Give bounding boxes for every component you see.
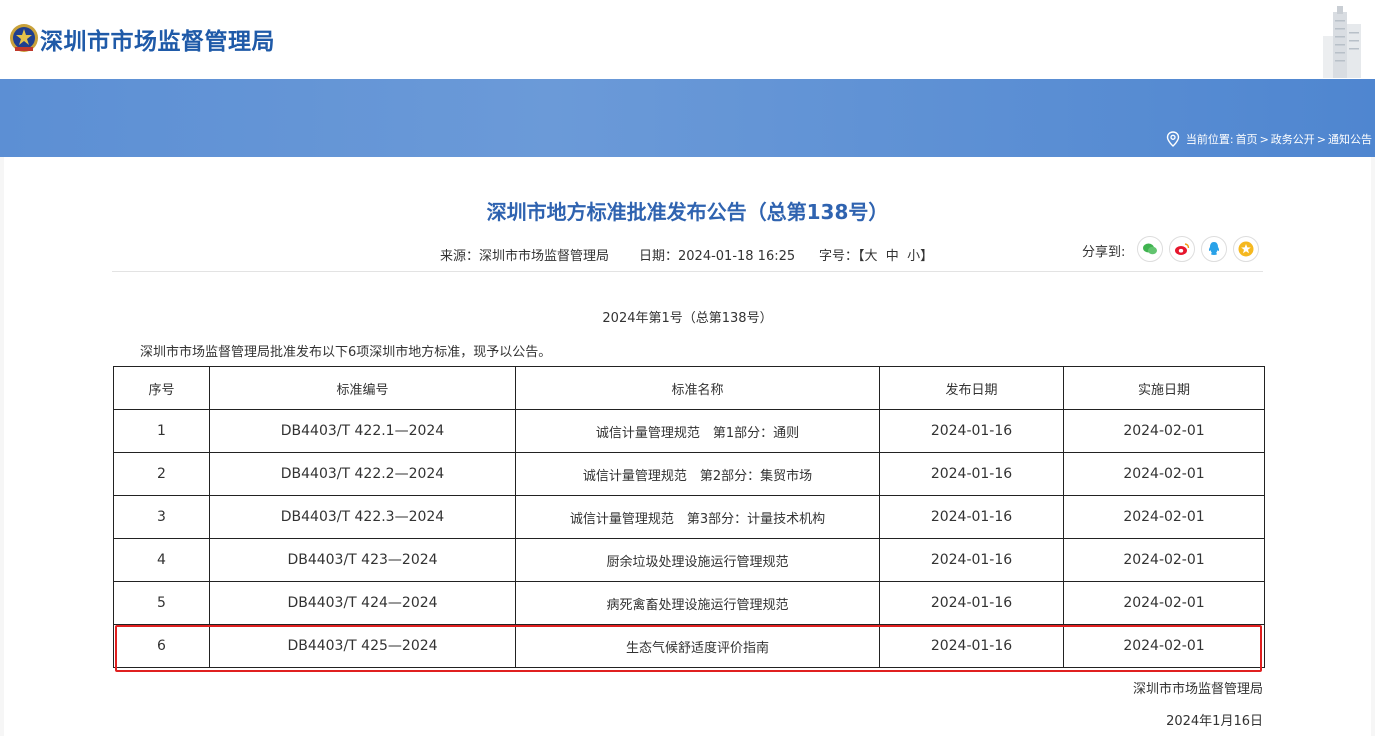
qq-icon: [1208, 242, 1220, 255]
share-label: 分享到:: [1082, 245, 1126, 260]
cell-effective-date: 2024-02-01: [1063, 581, 1265, 625]
table-header-row: 序号 标准编号 标准名称 发布日期 实施日期: [113, 366, 1265, 410]
table-row: 4 DB4403/T 423—2024 厨余垃圾处理设施运行管理规范 2024-…: [113, 538, 1265, 582]
cell-standard-code: DB4403/T 425—2024: [209, 624, 516, 668]
qq-share-button[interactable]: [1201, 236, 1227, 262]
cell-standard-name: 病死禽畜处理设施运行管理规范: [515, 581, 880, 625]
cell-release-date: 2024-01-16: [879, 538, 1064, 582]
header-release-date: 发布日期: [879, 366, 1064, 410]
breadcrumb-home-link[interactable]: 首页: [1236, 131, 1258, 147]
cell-effective-date: 2024-02-01: [1063, 495, 1265, 539]
cell-effective-date: 2024-02-01: [1063, 452, 1265, 496]
cell-serial: 3: [113, 495, 210, 539]
article-date: 日期：2024-01-18 16:25: [639, 249, 796, 264]
cell-standard-name: 诚信计量管理规范 第3部分：计量技术机构: [515, 495, 880, 539]
cell-serial: 4: [113, 538, 210, 582]
font-size-large-button[interactable]: 【大: [858, 249, 878, 264]
font-size-medium-button[interactable]: 中: [886, 249, 899, 264]
breadcrumb-label: 当前位置:: [1185, 133, 1234, 146]
wechat-icon: [1143, 243, 1157, 255]
cell-standard-name: 生态气候舒适度评价指南: [515, 624, 880, 668]
cell-serial: 6: [113, 624, 210, 668]
cell-release-date: 2024-01-16: [879, 452, 1064, 496]
cell-effective-date: 2024-02-01: [1063, 538, 1265, 582]
site-header: 深圳市市场监督管理局: [0, 0, 1375, 79]
cell-standard-code: DB4403/T 422.3—2024: [209, 495, 516, 539]
header-standard-code: 标准编号: [209, 366, 516, 410]
cell-standard-name: 诚信计量管理规范 第2部分：集贸市场: [515, 452, 880, 496]
cell-serial: 5: [113, 581, 210, 625]
cell-standard-code: DB4403/T 422.1—2024: [209, 409, 516, 453]
table-row: 2 DB4403/T 422.2—2024 诚信计量管理规范 第2部分：集贸市场…: [113, 452, 1265, 496]
table-row-highlighted: 6 DB4403/T 425—2024 生态气候舒适度评价指南 2024-01-…: [113, 624, 1265, 668]
intro-paragraph: 深圳市市场监督管理局批准发布以下6项深圳市地方标准，现予以公告。: [140, 345, 552, 360]
header-serial: 序号: [113, 366, 210, 410]
location-pin-icon: [1166, 131, 1180, 147]
cell-standard-code: DB4403/T 422.2—2024: [209, 452, 516, 496]
breadcrumb-separator: >: [1316, 132, 1326, 146]
wechat-share-button[interactable]: [1137, 236, 1163, 262]
cell-standard-name: 诚信计量管理规范 第1部分：通则: [515, 409, 880, 453]
favorite-share-button[interactable]: [1233, 236, 1259, 262]
header-standard-name: 标准名称: [515, 366, 880, 410]
cell-serial: 1: [113, 409, 210, 453]
cell-release-date: 2024-01-16: [879, 495, 1064, 539]
cell-release-date: 2024-01-16: [879, 581, 1064, 625]
emblem-logo-icon[interactable]: [9, 22, 39, 54]
cell-release-date: 2024-01-16: [879, 409, 1064, 453]
font-size-control: 字号：【大 中 小】: [819, 245, 933, 264]
site-title[interactable]: 深圳市市场监督管理局: [40, 22, 275, 56]
weibo-icon: [1175, 243, 1190, 255]
article-source: 来源：深圳市市场监督管理局: [440, 249, 610, 264]
table-row: 1 DB4403/T 422.1—2024 诚信计量管理规范 第1部分：通则 2…: [113, 409, 1265, 453]
cell-standard-code: DB4403/T 423—2024: [209, 538, 516, 582]
font-size-label: 字号：: [819, 249, 859, 264]
signature-org: 深圳市市场监督管理局: [1132, 682, 1263, 697]
breadcrumb-separator: >: [1259, 132, 1269, 146]
cell-release-date: 2024-01-16: [879, 624, 1064, 668]
weibo-share-button[interactable]: [1169, 236, 1195, 262]
font-size-small-button[interactable]: 小】: [907, 249, 933, 264]
cell-standard-name: 厨余垃圾处理设施运行管理规范: [515, 538, 880, 582]
cell-effective-date: 2024-02-01: [1063, 624, 1265, 668]
building-illustration-icon: [1323, 6, 1361, 78]
breadcrumb-public-affairs-link[interactable]: 政务公开: [1271, 131, 1315, 147]
standards-table: 序号 标准编号 标准名称 发布日期 实施日期 1 DB4403/T 422.1—…: [113, 366, 1265, 668]
header-effective-date: 实施日期: [1063, 366, 1265, 410]
meta-divider: [112, 271, 1263, 272]
cell-serial: 2: [113, 452, 210, 496]
article-title: 深圳市地方标准批准发布公告（总第138号）: [486, 200, 889, 224]
table-row: 5 DB4403/T 424—2024 病死禽畜处理设施运行管理规范 2024-…: [113, 581, 1265, 625]
cell-effective-date: 2024-02-01: [1063, 409, 1265, 453]
favorite-icon: [1238, 241, 1254, 257]
signature-date: 2024年1月16日: [1166, 714, 1263, 729]
breadcrumb: 当前位置: 首页 > 政务公开 > 通知公告: [1166, 131, 1372, 147]
table-row: 3 DB4403/T 422.3—2024 诚信计量管理规范 第3部分：计量技术…: [113, 495, 1265, 539]
breadcrumb-notices-link[interactable]: 通知公告: [1328, 131, 1372, 147]
cell-standard-code: DB4403/T 424—2024: [209, 581, 516, 625]
issue-number: 2024年第1号（总第138号）: [602, 311, 773, 326]
